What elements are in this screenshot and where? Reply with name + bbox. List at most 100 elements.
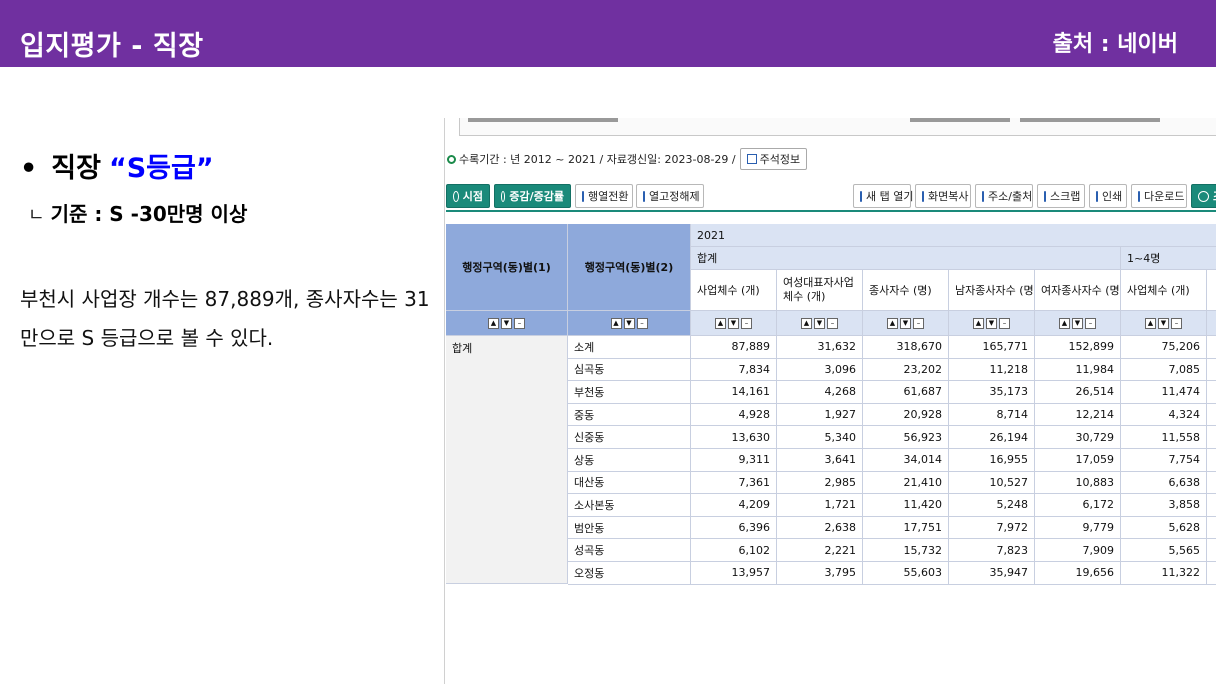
value-cell: 17,751 [863,516,949,540]
freeze-icon [643,190,645,202]
sort-controls[interactable]: ▲ ▼ – [1035,311,1121,336]
unfreeze-column-button[interactable]: 열고정해제 [636,184,704,208]
column-header: 사업체수 (개) [691,270,777,311]
period-button[interactable]: 시점 [446,184,490,208]
value-cell: 56,923 [863,426,949,449]
sort-asc-icon[interactable]: ▲ [610,317,622,329]
row-header-1: 행정구역(동)별(1) [446,224,568,311]
note-info-button[interactable]: 주석정보 [739,148,808,170]
sort-desc-icon[interactable]: ▼ [986,317,997,329]
sort-clear-icon[interactable]: – [913,317,924,329]
sort-clear-icon[interactable]: – [827,317,838,329]
value-cell: 5,565 [1121,539,1207,562]
value-cell-cut [1207,471,1216,495]
query-button[interactable]: 조 [1191,184,1216,208]
source-label: 출처 : 네이버 [1052,32,1178,57]
value-cell: 7,909 [1035,539,1121,562]
value-cell-cut [1207,539,1216,562]
sort-desc-icon[interactable]: ▼ [1072,317,1083,329]
value-cell: 7,972 [949,516,1035,540]
value-cell-cut [1207,403,1216,427]
sort-controls[interactable]: ▲ ▼ – [446,311,568,336]
sort-asc-icon[interactable]: ▲ [973,317,984,329]
year-header: 2021 [691,224,1216,247]
address-source-button[interactable]: 주소/출처 [975,184,1033,208]
new-tab-button[interactable]: 새 탭 열기 [853,184,913,208]
sort-clear-icon[interactable]: – [1171,317,1182,329]
sort-clear-icon[interactable]: – [636,317,648,329]
sort-controls[interactable]: ▲ ▼ – [691,311,777,336]
row-header-2: 행정구역(동)별(2) [568,224,691,311]
value-cell: 61,687 [863,381,949,404]
transpose-button[interactable]: 행열전환 [575,184,633,208]
row-name-cell: 소사본동 [568,494,691,517]
sort-desc-icon[interactable]: ▼ [1158,317,1169,329]
small-group-header: 1~4명 [1121,247,1216,270]
column-header: 여자종사자수 (명) [1035,270,1121,311]
value-cell: 2,638 [777,516,863,540]
screen-copy-button[interactable]: 화면복사 [915,184,971,208]
sort-asc-icon[interactable]: ▲ [801,317,812,329]
sort-controls[interactable]: ▲ ▼ – [949,311,1035,336]
value-cell: 10,883 [1035,471,1121,495]
sort-asc-icon[interactable]: ▲ [1059,317,1070,329]
row-name-cell: 중동 [568,403,691,427]
value-cell-cut [1207,449,1216,472]
change-rate-button[interactable]: 증감/증감률 [494,184,571,208]
value-cell: 2,985 [777,471,863,495]
value-cell: 11,218 [949,358,1035,382]
value-cell: 3,795 [777,562,863,585]
sort-clear-icon[interactable]: – [514,317,525,329]
value-cell: 11,420 [863,494,949,517]
sort-clear-icon[interactable]: – [1085,317,1096,329]
gear-icon [1198,190,1209,202]
note-icon [746,154,757,164]
value-cell: 35,173 [949,381,1035,404]
download-button[interactable]: 다운로드 [1131,184,1187,208]
sort-controls[interactable]: ▲ ▼ – [863,311,949,336]
print-button[interactable]: 인쇄 [1089,184,1127,208]
sort-desc-icon[interactable]: ▼ [623,317,635,329]
value-cell: 4,324 [1121,403,1207,427]
criteria-text: 기준 : S -30만명 이상 [50,202,248,226]
sort-asc-icon[interactable]: ▲ [1145,317,1156,329]
calculator-icon [501,190,506,202]
row-name-cell: 신중동 [568,426,691,449]
value-cell: 75,206 [1121,336,1207,359]
value-cell: 6,102 [691,539,777,562]
corner-mark-icon: ㄴ [28,205,45,226]
sort-clear-icon[interactable]: – [999,317,1010,329]
sort-controls[interactable]: ▲ ▼ – [777,311,863,336]
sort-desc-icon[interactable]: ▼ [728,317,739,329]
value-cell: 4,268 [777,381,863,404]
sort-asc-icon[interactable]: ▲ [715,317,726,329]
sort-desc-icon[interactable]: ▼ [814,317,825,329]
value-cell: 9,779 [1035,516,1121,540]
sort-desc-icon[interactable]: ▼ [501,317,512,329]
value-cell: 5,628 [1121,516,1207,540]
row-name-cell: 심곡동 [568,358,691,382]
total-group-header: 합계 [691,247,1121,270]
sort-controls[interactable]: ▲ ▼ – [1121,311,1207,336]
scrap-button[interactable]: 스크랩 [1037,184,1085,208]
sort-asc-icon[interactable]: ▲ [887,317,898,329]
sort-controls[interactable]: ▲ ▼ – [568,311,691,336]
value-cell: 6,638 [1121,471,1207,495]
value-cell: 6,172 [1035,494,1121,517]
value-cell: 12,214 [1035,403,1121,427]
value-cell: 21,410 [863,471,949,495]
value-cell: 26,514 [1035,381,1121,404]
sort-clear-icon[interactable]: – [741,317,752,329]
grade-text: “S등급” [108,153,214,184]
value-cell: 31,632 [777,336,863,359]
toolbar: 시점 증감/증감률 행열전환 열고정해제 새 탭 열기 화면복사 주소/출처 스… [446,182,1216,212]
download-icon [1138,190,1140,202]
value-cell: 35,947 [949,562,1035,585]
heading-text: 직장 [51,153,101,184]
info-circle-icon [447,154,456,164]
sort-desc-icon[interactable]: ▼ [900,317,911,329]
sort-asc-icon[interactable]: ▲ [488,317,499,329]
value-cell: 5,248 [949,494,1035,517]
row-name-cell: 오정동 [568,562,691,585]
value-cell: 23,202 [863,358,949,382]
